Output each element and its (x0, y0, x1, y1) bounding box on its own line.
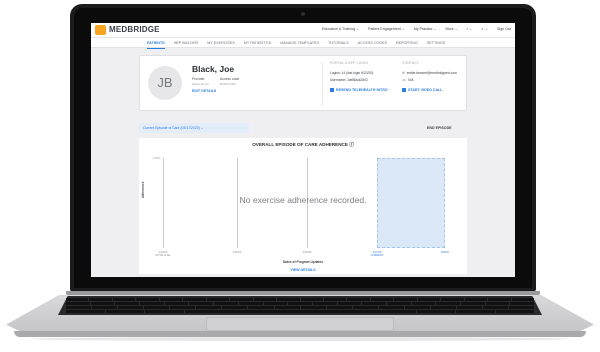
laptop-mockup: MEDBRIDGE Education & Training ⌄ Patient… (0, 0, 600, 352)
resend-telehealth-button[interactable]: RESEND TELEHEALTH INTRO (330, 88, 388, 92)
end-episode-button[interactable]: END EPISODE (427, 126, 452, 130)
x-tick-note: INITIAL EVAL (155, 254, 171, 258)
empty-chart-message: No exercise adherence recorded. (239, 195, 367, 205)
trackpad (206, 317, 394, 331)
x-tick-3: 6/27/20 CURRENT (365, 251, 389, 257)
tab-my-patient-ed[interactable]: MY PATIENT ED (244, 41, 272, 49)
tab-reporting[interactable]: REPORTING (396, 41, 418, 49)
patient-name: Black, Joe (192, 64, 235, 74)
x-axis-label: Dates of Program Updates (282, 260, 324, 264)
brand-name[interactable]: MEDBRIDGE (109, 25, 160, 34)
chat-icon[interactable]: ▪ ⌄ (467, 27, 472, 31)
x-tick-2: 2/16/20 (295, 251, 319, 254)
x-tick-1: 2/16/20 (225, 251, 249, 254)
user-icon[interactable]: ⚬ ⌄ (481, 27, 488, 31)
nav-education-training[interactable]: Education & Training ⌄ (322, 27, 359, 31)
sign-out-link[interactable]: Sign Out (497, 27, 511, 31)
avatar: JB (148, 66, 182, 100)
top-bar: MEDBRIDGE Education & Training ⌄ Patient… (91, 23, 515, 37)
x-tick-date: 2/16/20 (302, 251, 312, 254)
x-tick-date: 2/16/20 (232, 251, 242, 254)
start-video-call-label: START VIDEO CALL (408, 88, 443, 92)
edit-details-link[interactable]: EDIT DETAILS (192, 89, 216, 93)
nav-patient-engagement[interactable]: Patient Engagement ⌄ (368, 27, 405, 31)
episode-selector[interactable]: Current Episode of Care (02/17/2020) ⌄ (139, 123, 249, 133)
tab-access-codes[interactable]: ACCESS CODES (358, 41, 387, 49)
contact-email-text: emilie.bessert@medbridgeed.com (406, 71, 457, 75)
x-tick-note: CURRENT (370, 254, 384, 258)
tab-settings[interactable]: SETTINGS (427, 41, 445, 49)
x-tick-4: TODAY (433, 251, 457, 254)
contact-phone: ☏ N/A (402, 78, 414, 82)
portal-username: Username: JoeBlack2602 (330, 78, 368, 82)
x-tick-0: 2/16/20 INITIAL EVAL (151, 251, 175, 257)
tab-manage-templates[interactable]: MANAGE TEMPLATES (280, 41, 319, 49)
nav-my-practice[interactable]: My Practice ⌄ (414, 27, 437, 31)
start-video-call-button[interactable]: START VIDEO CALL (402, 88, 442, 92)
provider-label: Provider (192, 77, 205, 81)
view-details-link[interactable]: VIEW DETAILS (139, 268, 467, 272)
laptop-lid: MEDBRIDGE Education & Training ⌄ Patient… (70, 4, 536, 292)
provider-value: Steve Demo (192, 82, 210, 86)
top-nav: Education & Training ⌄ Patient Engagemen… (322, 27, 511, 31)
laptop-shadow (30, 337, 570, 341)
portal-logins: Logins: 14 (last login 6/23/20) (330, 71, 374, 75)
portal-heading: PORTAL & APP LOGIN (330, 61, 368, 65)
nav-more[interactable]: More ⌄ (445, 27, 457, 31)
keyboard-row (66, 302, 535, 305)
adherence-chart: OVERALL EPISODE OF CARE ADHERENCE ⓘ Adhe… (139, 138, 467, 274)
video-icon (402, 88, 406, 92)
mail-icon (330, 88, 334, 92)
access-code-value: B7ZP7D4Q (220, 82, 236, 86)
resend-telehealth-label: RESEND TELEHEALTH INTRO (336, 88, 388, 92)
laptop-hinge (66, 291, 540, 295)
app-screen: MEDBRIDGE Education & Training ⌄ Patient… (91, 23, 515, 277)
y-tick-100: 100% (153, 156, 161, 160)
card-divider (322, 62, 323, 106)
camera-icon (301, 12, 305, 16)
x-tick-date: TODAY (440, 251, 450, 254)
email-icon: ✉ (402, 71, 405, 75)
contact-email[interactable]: ✉ emilie.bessert@medbridgeed.com (402, 71, 457, 75)
access-code-label: Access code (220, 77, 240, 81)
contact-phone-text: N/A (408, 78, 414, 82)
keyboard-row (66, 298, 535, 301)
sub-nav: PATIENTS HEP BUILDER MY EXERCISES MY PAT… (91, 37, 515, 49)
tab-hep-builder[interactable]: HEP BUILDER (174, 41, 199, 49)
patient-card: JB Black, Joe Provider Steve Demo Access… (139, 55, 467, 111)
keyboard-row (66, 310, 534, 313)
chart-title: OVERALL EPISODE OF CARE ADHERENCE ⓘ (252, 142, 354, 147)
keyboard-row (66, 306, 535, 309)
medbridge-logo-icon[interactable] (95, 25, 106, 35)
tab-tutorials[interactable]: TUTORIALS (328, 41, 349, 49)
tab-patients[interactable]: PATIENTS (147, 41, 165, 49)
phone-icon: ☏ (402, 78, 407, 82)
tab-my-exercises[interactable]: MY EXERCISES (207, 41, 235, 49)
contact-heading: CONTACT (402, 61, 420, 65)
